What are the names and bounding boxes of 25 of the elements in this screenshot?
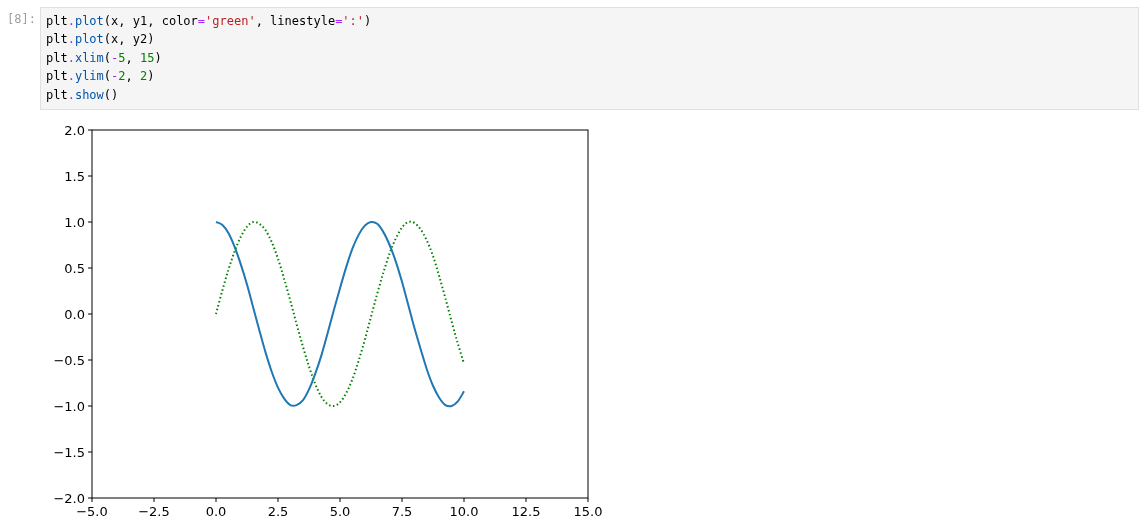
tick-label: −2.0 — [53, 491, 85, 507]
tick-label: 0.0 — [64, 307, 85, 323]
tick-label: 5.0 — [329, 504, 351, 520]
tick-label: 2.0 — [64, 123, 85, 139]
tick-label: −1.0 — [53, 399, 85, 415]
tick-label: −0.5 — [53, 353, 85, 369]
tick-label: 0.5 — [64, 261, 85, 277]
tick-label: −2.5 — [138, 504, 170, 520]
tick-label: 0.0 — [205, 504, 227, 520]
tick-label: 1.5 — [64, 169, 85, 185]
tick-label: 15.0 — [573, 504, 603, 520]
tick-label: 12.5 — [511, 504, 541, 520]
code-line: plt.plot(x, y2) — [46, 31, 155, 49]
code-line: plt.xlim(-5, 15) — [46, 49, 162, 67]
tick-label: 1.0 — [64, 215, 85, 231]
tick-label: −5.0 — [76, 504, 108, 520]
tick-label: 2.5 — [267, 504, 289, 520]
prompt-label: [8]: — [6, 11, 37, 28]
code-line: plt.plot(x, y1, color='green', linestyle=':') — [46, 13, 372, 30]
code-line: plt.ylim(-2, 2) — [46, 68, 155, 86]
code-cell[interactable]: plt.plot(x, y1, color='green', linestyle=':') plt.plot(x, y2) plt.xlim(-5, 15) plt.ylim(-2, 2) plt.show() — [40, 7, 1139, 111]
tick-label: 10.0 — [449, 504, 479, 520]
code-line: plt.show() — [46, 86, 119, 104]
tick-label: −1.5 — [53, 445, 85, 461]
tick-label: 7.5 — [391, 504, 413, 520]
